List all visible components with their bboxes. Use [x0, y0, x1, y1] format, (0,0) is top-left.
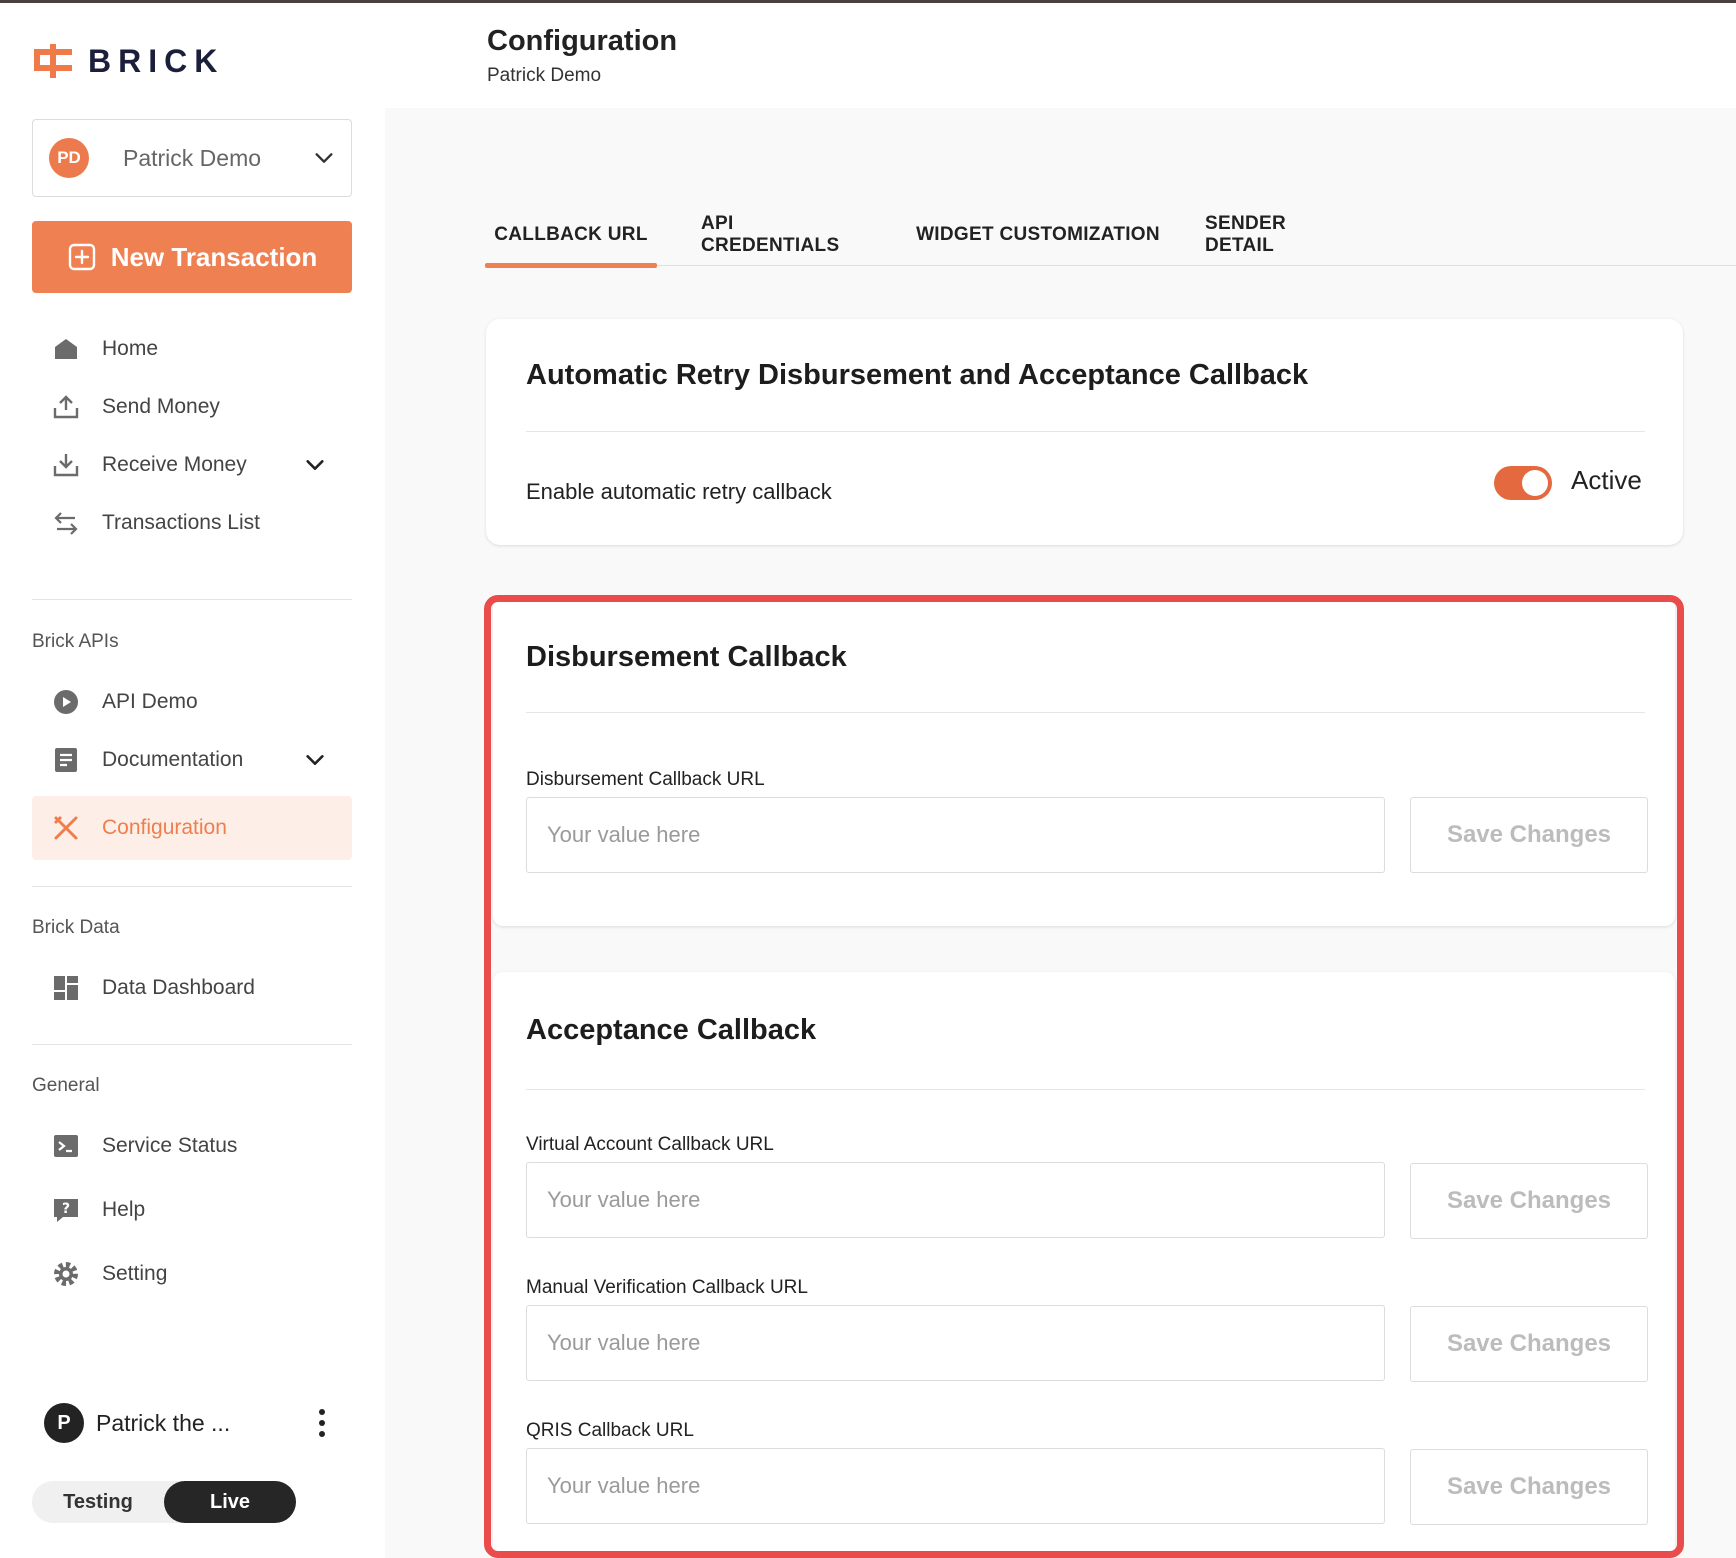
sidebar-item-label: Transactions List — [102, 511, 260, 534]
sidebar-item-label: Setting — [102, 1262, 168, 1285]
kebab-menu-icon[interactable] — [310, 1405, 334, 1441]
account-selector[interactable]: PD Patrick Demo — [32, 119, 352, 197]
gear-icon — [52, 1260, 80, 1288]
sidebar-item-label: Data Dashboard — [102, 976, 255, 999]
sidebar-item-label: Receive Money — [102, 453, 247, 476]
new-transaction-label: New Transaction — [110, 241, 318, 272]
sidebar-item-setting[interactable]: Setting — [32, 1242, 352, 1306]
chevron-down-icon[interactable] — [304, 749, 326, 771]
sidebar-item-label: Configuration — [102, 816, 227, 839]
chevron-down-icon — [315, 153, 333, 163]
home-icon — [52, 335, 80, 363]
sidebar-item-transactions-list[interactable]: Transactions List — [32, 491, 352, 555]
new-transaction-button[interactable]: New Transaction — [32, 221, 352, 293]
section-title-general: General — [32, 1075, 100, 1096]
sidebar-item-service-status[interactable]: Service Status — [32, 1114, 352, 1178]
upload-icon — [52, 393, 80, 421]
plus-square-icon — [68, 243, 95, 271]
sidebar-item-home[interactable]: Home — [32, 317, 352, 381]
sidebar-item-api-demo[interactable]: API Demo — [32, 670, 352, 734]
sidebar-item-label: Documentation — [102, 748, 244, 771]
sidebar: BRICK PD Patrick Demo New Transaction Ho… — [0, 3, 385, 1558]
play-circle-icon — [52, 688, 80, 716]
sidebar-item-label: Help — [102, 1198, 146, 1221]
account-avatar: PD — [49, 138, 89, 178]
section-title-brick-apis: Brick APIs — [32, 631, 119, 652]
sidebar-item-label: Home — [102, 337, 159, 360]
sidebar-divider — [32, 886, 352, 887]
environment-toggle[interactable]: Testing Live — [32, 1481, 296, 1523]
tab-widget-customization[interactable]: WIDGET CUSTOMIZATION — [915, 204, 1161, 266]
sidebar-item-receive-money[interactable]: Receive Money — [32, 433, 352, 497]
chevron-down-icon[interactable] — [304, 454, 326, 476]
tab-callback-url[interactable]: CALLBACK URL — [485, 204, 657, 268]
highlight-box — [484, 595, 1684, 1558]
dashboard-icon — [52, 974, 80, 1002]
account-name: Patrick Demo — [123, 144, 262, 171]
user-profile[interactable]: P Patrick the ... — [44, 1401, 334, 1445]
sidebar-item-send-money[interactable]: Send Money — [32, 375, 352, 439]
sidebar-item-label: Service Status — [102, 1134, 238, 1157]
help-icon: ? — [52, 1196, 80, 1224]
retry-toggle-label: Enable automatic retry callback — [526, 479, 832, 504]
section-title-brick-data: Brick Data — [32, 917, 120, 938]
brand-name: BRICK — [88, 42, 225, 79]
sidebar-divider — [32, 599, 352, 600]
document-icon — [52, 746, 80, 774]
env-option-live[interactable]: Live — [164, 1481, 296, 1523]
sidebar-item-label: Send Money — [102, 395, 220, 418]
retry-callback-card: Automatic Retry Disbursement and Accepta… — [486, 319, 1683, 545]
retry-card-title: Automatic Retry Disbursement and Accepta… — [526, 359, 1309, 391]
sidebar-divider — [32, 1044, 352, 1045]
tab-sender-detail[interactable]: SENDER DETAIL — [1205, 204, 1353, 266]
terminal-icon — [52, 1132, 80, 1160]
page-header: Configuration Patrick Demo — [385, 3, 1736, 108]
swap-arrows-icon — [52, 509, 80, 537]
env-option-testing[interactable]: Testing — [32, 1481, 164, 1523]
sidebar-item-configuration[interactable]: Configuration — [32, 796, 352, 860]
sidebar-item-documentation[interactable]: Documentation — [32, 728, 352, 792]
user-name: Patrick the ... — [96, 1409, 231, 1436]
retry-toggle-switch[interactable] — [1494, 466, 1552, 500]
card-divider — [526, 431, 1645, 432]
brick-logo-icon — [34, 44, 72, 78]
svg-text:?: ? — [62, 1201, 70, 1217]
retry-toggle-state: Active — [1571, 465, 1642, 495]
sidebar-item-data-dashboard[interactable]: Data Dashboard — [32, 956, 352, 1020]
sidebar-item-label: API Demo — [102, 690, 198, 713]
page-title: Configuration — [487, 25, 678, 57]
config-tabs: CALLBACK URL API CREDENTIALS WIDGET CUST… — [485, 204, 1736, 268]
brand-logo[interactable]: BRICK — [32, 41, 224, 81]
switch-knob — [1522, 470, 1548, 496]
download-icon — [52, 451, 80, 479]
avatar: P — [44, 1403, 84, 1443]
sidebar-item-help[interactable]: ? Help — [32, 1178, 352, 1242]
page-subtitle: Patrick Demo — [487, 65, 602, 86]
tools-icon — [52, 814, 80, 842]
tab-api-credentials[interactable]: API CREDENTIALS — [701, 204, 871, 266]
